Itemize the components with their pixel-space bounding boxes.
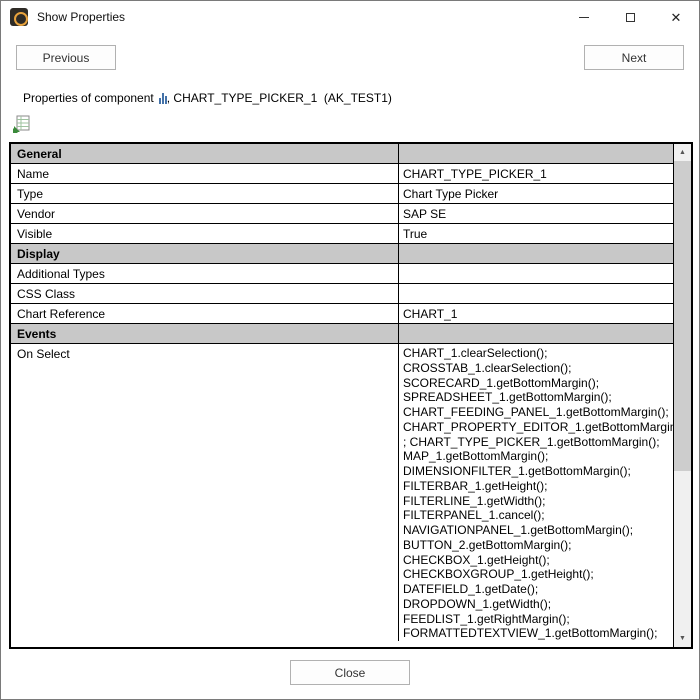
next-button[interactable]: Next (584, 45, 684, 70)
scroll-up-button[interactable]: ▲ (674, 144, 691, 161)
property-value: Chart Type Picker (399, 184, 673, 203)
section-row[interactable]: General (11, 144, 673, 164)
export-icon[interactable] (13, 115, 31, 133)
property-value: CHART_1.clearSelection();CROSSTAB_1.clea… (399, 344, 673, 641)
property-value (399, 284, 673, 303)
header-component-name: , CHART_TYPE_PICKER_1 (AK_TEST1) (167, 91, 392, 105)
close-icon: ✕ (671, 11, 682, 24)
scrollbar-thumb[interactable] (674, 161, 691, 471)
property-label: Name (11, 164, 399, 183)
property-row[interactable]: NameCHART_TYPE_PICKER_1 (11, 164, 673, 184)
property-value: CHART_1 (399, 304, 673, 323)
property-label: On Select (11, 344, 399, 641)
window-title: Show Properties (37, 10, 125, 24)
property-label: Events (11, 324, 399, 343)
property-label: General (11, 144, 399, 163)
property-row[interactable]: VisibleTrue (11, 224, 673, 244)
minimize-icon (579, 17, 589, 18)
property-value: True (399, 224, 673, 243)
close-window-button[interactable]: ✕ (653, 1, 699, 33)
maximize-button[interactable] (607, 1, 653, 33)
maximize-icon (626, 13, 635, 22)
vertical-scrollbar[interactable]: ▲ ▼ (674, 144, 691, 647)
titlebar: Show Properties ✕ (1, 1, 699, 33)
property-label: Visible (11, 224, 399, 243)
property-row[interactable]: VendorSAP SE (11, 204, 673, 224)
section-row[interactable]: Events (11, 324, 673, 344)
minimize-button[interactable] (561, 1, 607, 33)
properties-table-body: GeneralNameCHART_TYPE_PICKER_1TypeChart … (11, 144, 674, 647)
property-row[interactable]: Chart ReferenceCHART_1 (11, 304, 673, 324)
property-value: SAP SE (399, 204, 673, 223)
property-value: CHART_TYPE_PICKER_1 (399, 164, 673, 183)
property-row[interactable]: Additional Types (11, 264, 673, 284)
app-icon (10, 8, 28, 26)
property-value (399, 324, 673, 343)
property-label: Vendor (11, 204, 399, 223)
export-spreadsheet-icon (13, 115, 31, 133)
show-properties-window: Show Properties ✕ Previous Next Properti… (0, 0, 700, 700)
scrollbar-track[interactable] (674, 161, 691, 630)
window-controls: ✕ (561, 1, 699, 33)
property-row[interactable]: On SelectCHART_1.clearSelection();CROSST… (11, 344, 673, 641)
property-label: Additional Types (11, 264, 399, 283)
property-row[interactable]: CSS Class (11, 284, 673, 304)
property-value (399, 244, 673, 263)
footer: Close (1, 660, 699, 685)
previous-button[interactable]: Previous (16, 45, 116, 70)
chart-icon (159, 93, 167, 104)
scroll-down-button[interactable]: ▼ (674, 630, 691, 647)
property-label: Chart Reference (11, 304, 399, 323)
property-value (399, 144, 673, 163)
property-value (399, 264, 673, 283)
property-label: Type (11, 184, 399, 203)
close-button[interactable]: Close (290, 660, 410, 685)
header-prefix: Properties of component (23, 91, 154, 105)
properties-table: GeneralNameCHART_TYPE_PICKER_1TypeChart … (9, 142, 693, 649)
component-header: Properties of component , CHART_TYPE_PIC… (23, 91, 392, 105)
property-row[interactable]: TypeChart Type Picker (11, 184, 673, 204)
property-label: Display (11, 244, 399, 263)
section-row[interactable]: Display (11, 244, 673, 264)
property-label: CSS Class (11, 284, 399, 303)
nav-button-row: Previous Next (16, 45, 684, 70)
